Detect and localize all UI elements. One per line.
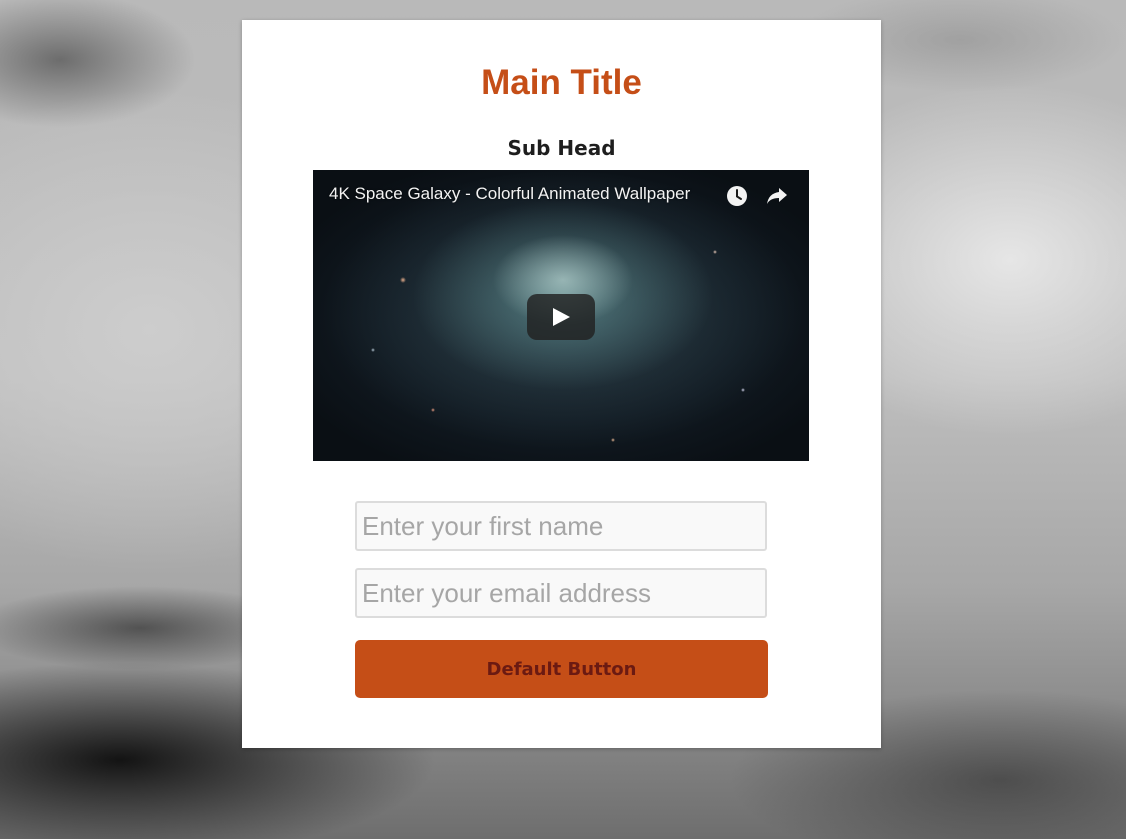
first-name-input[interactable] bbox=[355, 501, 767, 551]
watch-later-icon[interactable] bbox=[726, 185, 748, 207]
email-input[interactable] bbox=[355, 568, 767, 618]
video-player[interactable]: 4K Space Galaxy - Colorful Animated Wall… bbox=[313, 170, 809, 461]
share-icon[interactable] bbox=[765, 185, 789, 207]
video-title[interactable]: 4K Space Galaxy - Colorful Animated Wall… bbox=[329, 184, 690, 204]
main-title: Main Title bbox=[481, 63, 642, 102]
sub-head: Sub Head bbox=[507, 136, 616, 160]
default-button[interactable]: Default Button bbox=[355, 640, 768, 698]
play-button[interactable] bbox=[527, 294, 595, 340]
play-icon bbox=[553, 308, 570, 326]
signup-card: Main Title Sub Head 4K Space Galaxy - Co… bbox=[242, 20, 881, 748]
